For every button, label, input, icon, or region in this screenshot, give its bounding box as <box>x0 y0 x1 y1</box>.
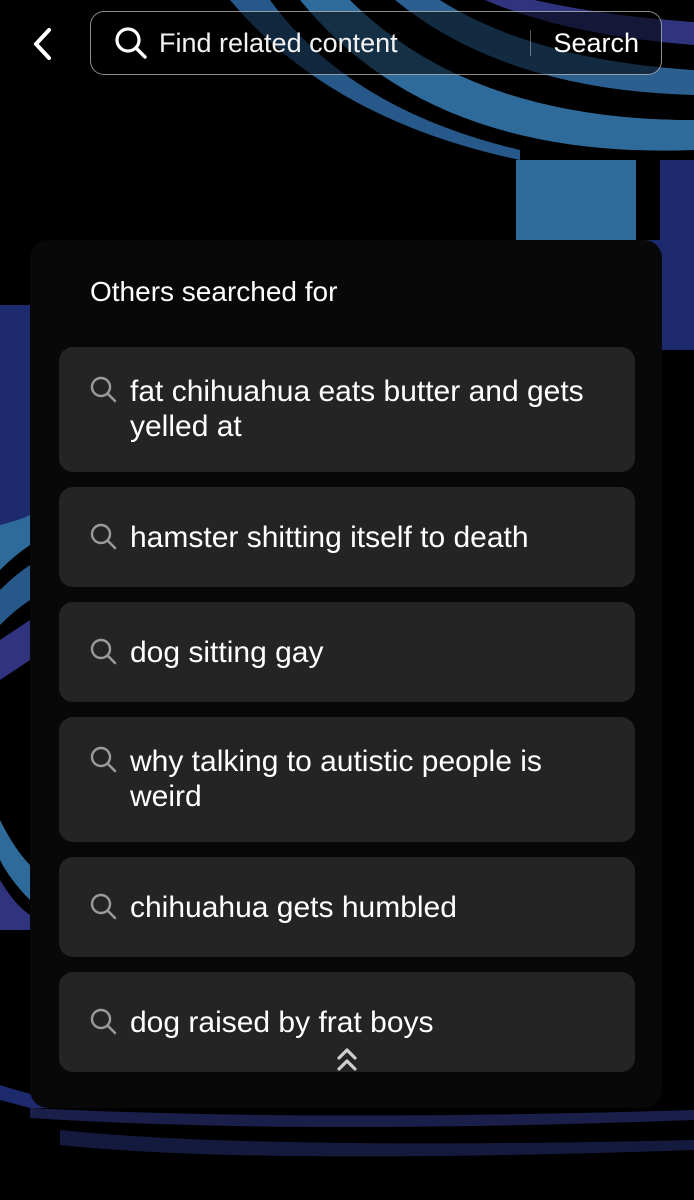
suggestion-item[interactable]: dog sitting gay <box>59 602 635 702</box>
search-icon <box>90 638 117 665</box>
search-input[interactable] <box>159 27 530 59</box>
suggestion-text: dog sitting gay <box>130 635 324 669</box>
search-icon <box>90 893 117 920</box>
suggestion-item[interactable]: hamster shitting itself to death <box>59 487 635 587</box>
double-chevron-up-icon[interactable] <box>333 1045 361 1075</box>
screen: Search Others searched for fat chihuahua… <box>0 0 694 1200</box>
search-icon <box>90 1008 117 1035</box>
suggestion-item[interactable]: why talking to autistic people is weird <box>59 717 635 842</box>
search-submit-button[interactable]: Search <box>553 28 639 59</box>
suggestion-text: why talking to autistic people is weird <box>130 745 542 813</box>
suggestion-text: fat chihuahua eats butter and gets yelle… <box>130 375 584 443</box>
search-icon <box>113 25 149 61</box>
suggestion-text: chihuahua gets humbled <box>130 890 457 924</box>
suggestion-item[interactable]: fat chihuahua eats butter and gets yelle… <box>59 347 635 472</box>
section-title: Others searched for <box>90 276 338 307</box>
chevron-left-icon <box>34 28 51 60</box>
search-icon <box>90 523 117 550</box>
back-button[interactable] <box>20 22 64 66</box>
search-divider <box>529 30 532 56</box>
suggestion-list: fat chihuahua eats butter and gets yelle… <box>59 347 635 1072</box>
suggestion-text: dog raised by frat boys <box>130 1005 434 1039</box>
suggestion-item[interactable]: chihuahua gets humbled <box>59 857 635 957</box>
search-icon <box>90 376 117 403</box>
search-bar: Search <box>90 11 662 75</box>
search-icon <box>90 746 117 773</box>
top-bar: Search <box>0 0 694 90</box>
suggestion-text: hamster shitting itself to death <box>130 520 529 554</box>
